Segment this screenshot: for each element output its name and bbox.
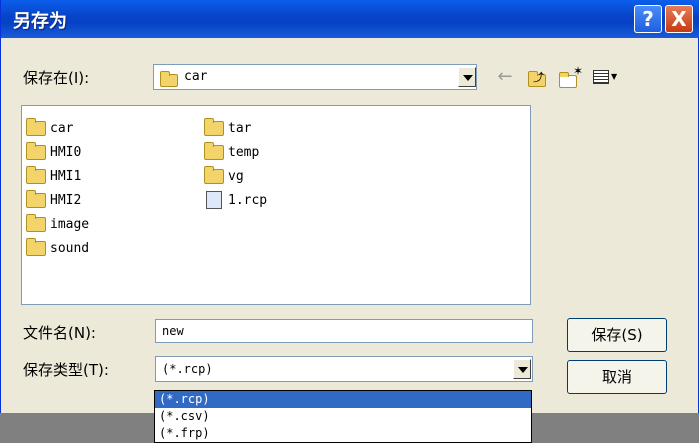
item-label: vg	[228, 168, 244, 184]
folder-icon	[26, 141, 46, 160]
filetype-dropdown-button[interactable]	[513, 359, 531, 379]
close-button[interactable]: X	[665, 5, 693, 33]
item-label: car	[50, 120, 74, 136]
filetype-label: 保存类型(T):	[23, 361, 109, 379]
help-button[interactable]: ?	[634, 5, 662, 33]
save-as-dialog: 另存为 ? X 保存在(I): car ← ⤴ ✶ ▼ car HMI0 HMI…	[0, 0, 699, 413]
file-icon	[206, 191, 222, 209]
folder-icon	[26, 213, 46, 232]
title-bar[interactable]: 另存为 ? X	[1, 0, 699, 38]
filetype-value: (*.rcp)	[162, 362, 213, 376]
list-item[interactable]: HMI1	[26, 164, 89, 188]
filetype-option[interactable]: (*.frp)	[155, 425, 531, 442]
folder-icon	[26, 189, 46, 208]
list-item[interactable]: image	[26, 212, 89, 236]
save-in-label: 保存在(I):	[23, 69, 90, 87]
item-label: HMI1	[50, 168, 82, 184]
folder-icon	[204, 117, 224, 136]
file-list[interactable]: car HMI0 HMI1 HMI2 image sound tar temp …	[21, 105, 531, 305]
item-label: 1.rcp	[228, 192, 268, 208]
save-in-combo[interactable]: car	[153, 64, 477, 90]
filetype-option[interactable]: (*.rcp)	[155, 391, 531, 408]
save-button[interactable]: 保存(S)	[567, 318, 667, 352]
item-label: HMI0	[50, 144, 82, 160]
folder-icon	[26, 165, 46, 184]
item-label: HMI2	[50, 192, 82, 208]
item-label: sound	[50, 240, 90, 256]
folder-icon	[26, 117, 46, 136]
new-folder-icon[interactable]: ✶	[557, 64, 585, 88]
folder-icon	[160, 71, 178, 87]
list-item[interactable]: HMI2	[26, 188, 89, 212]
save-in-value: car	[184, 69, 208, 84]
filetype-select[interactable]: (*.rcp)	[155, 356, 533, 382]
folder-icon	[204, 165, 224, 184]
list-item[interactable]: sound	[26, 236, 89, 260]
back-icon[interactable]: ←	[493, 66, 517, 88]
filetype-option[interactable]: (*.csv)	[155, 408, 531, 425]
list-item[interactable]: tar	[204, 116, 267, 140]
list-item[interactable]: HMI0	[26, 140, 89, 164]
cancel-button[interactable]: 取消	[567, 360, 667, 394]
folder-icon	[204, 141, 224, 160]
list-item[interactable]: vg	[204, 164, 267, 188]
file-column-2: tar temp vg 1.rcp	[204, 116, 267, 212]
item-label: temp	[228, 144, 260, 160]
save-in-dropdown-button[interactable]	[458, 67, 476, 87]
item-label: image	[50, 216, 90, 232]
list-item[interactable]: car	[26, 116, 89, 140]
view-menu-icon[interactable]: ▼	[591, 66, 621, 88]
filename-input[interactable]	[155, 319, 533, 343]
list-item[interactable]: 1.rcp	[204, 188, 267, 212]
item-label: tar	[228, 120, 252, 136]
filetype-options-list[interactable]: (*.rcp) (*.csv) (*.frp)	[154, 390, 532, 443]
up-one-level-icon[interactable]: ⤴	[525, 66, 549, 88]
list-item[interactable]: temp	[204, 140, 267, 164]
folder-icon	[26, 237, 46, 256]
filename-label: 文件名(N):	[23, 324, 96, 342]
dialog-title: 另存为	[13, 11, 67, 32]
file-column-1: car HMI0 HMI1 HMI2 image sound	[26, 116, 89, 260]
